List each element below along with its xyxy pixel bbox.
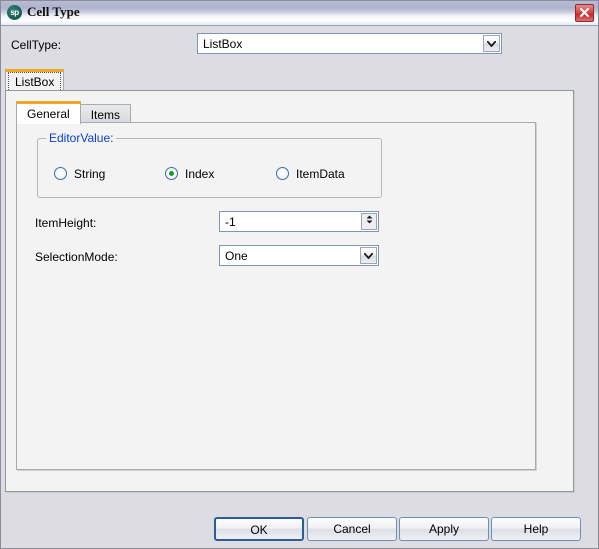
- apply-button[interactable]: Apply: [399, 517, 489, 541]
- listbox-tab-panel: General Items EditorValue: String Index …: [5, 90, 574, 492]
- inner-tab-strip: General Items: [16, 101, 132, 124]
- radio-index-label: Index: [185, 167, 215, 181]
- editorvalue-group: EditorValue: String Index ItemData: [37, 131, 382, 198]
- help-button[interactable]: Help: [491, 517, 581, 541]
- tab-items-label: Items: [90, 108, 121, 122]
- selectionmode-dropdown[interactable]: One: [219, 245, 379, 266]
- editorvalue-group-label: EditorValue:: [46, 131, 117, 145]
- selectionmode-value: One: [225, 249, 248, 263]
- itemheight-stepper[interactable]: -1: [219, 211, 379, 232]
- radio-index-indicator: [165, 167, 178, 180]
- tab-items[interactable]: Items: [79, 104, 132, 124]
- radio-itemdata-label: ItemData: [296, 167, 345, 181]
- app-icon: sp: [7, 5, 22, 20]
- selectionmode-label: SelectionMode:: [35, 250, 118, 264]
- cancel-button[interactable]: Cancel: [307, 517, 397, 541]
- tab-listbox-label: ListBox: [15, 75, 55, 89]
- ok-button[interactable]: OK: [214, 517, 304, 541]
- radio-itemdata[interactable]: ItemData: [276, 167, 345, 181]
- tab-general[interactable]: General: [16, 101, 81, 124]
- general-tab-panel: EditorValue: String Index ItemData ItemH…: [16, 122, 536, 470]
- cell-type-dialog: sp Cell Type CellType: ListBox ListBox G…: [0, 0, 599, 549]
- itemheight-value: -1: [225, 215, 236, 229]
- radio-string-label: String: [74, 167, 106, 181]
- radio-string[interactable]: String: [54, 167, 105, 181]
- celltype-value: ListBox: [203, 37, 243, 51]
- spinner-buttons[interactable]: [361, 213, 377, 230]
- chevron-down-icon[interactable]: [483, 35, 500, 52]
- itemheight-label: ItemHeight:: [35, 216, 97, 230]
- close-icon[interactable]: [575, 4, 594, 22]
- radio-itemdata-indicator: [276, 167, 289, 180]
- tab-general-label: General: [27, 107, 70, 121]
- celltype-dropdown[interactable]: ListBox: [197, 33, 502, 54]
- celltype-label: CellType:: [11, 38, 62, 52]
- window-title: Cell Type: [27, 4, 80, 19]
- outer-tab-strip: ListBox: [5, 69, 65, 92]
- dialog-button-bar: OK Cancel Apply Help: [1, 517, 598, 547]
- spinner-down-icon[interactable]: [362, 220, 376, 224]
- title-bar: sp Cell Type: [1, 1, 598, 26]
- radio-index[interactable]: Index: [165, 167, 214, 181]
- radio-string-indicator: [54, 167, 67, 180]
- chevron-down-icon[interactable]: [360, 247, 377, 264]
- spinner-up-icon[interactable]: [362, 215, 376, 219]
- tab-listbox[interactable]: ListBox: [5, 69, 65, 92]
